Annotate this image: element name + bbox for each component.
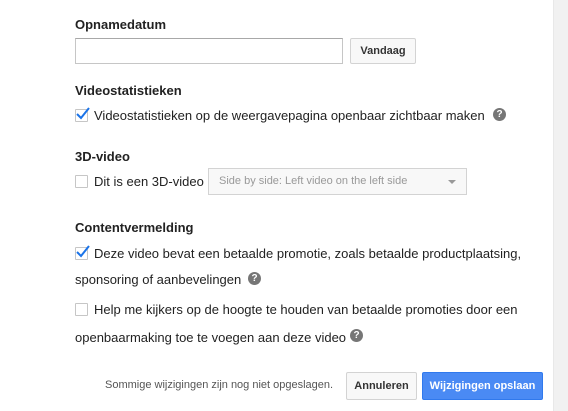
save-changes-button[interactable]: Wijzigingen opslaan (422, 372, 543, 400)
paid-promotion-checkbox[interactable] (75, 245, 90, 260)
video-3d-label[interactable]: Dit is een 3D-video (94, 174, 204, 189)
paid-promotion-label-line1[interactable]: Deze video bevat een betaalde promotie, … (94, 246, 521, 261)
unsaved-changes-status: Sommige wijzigingen zijn nog niet opgesl… (105, 379, 334, 391)
video-stats-title: Videostatistieken (75, 83, 182, 98)
checkmark-icon (76, 245, 90, 258)
recording-date-input[interactable] (75, 38, 343, 64)
question-circle-icon[interactable]: ? (493, 108, 506, 121)
3d-format-select-value: Side by side: Left video on the left sid… (219, 175, 408, 187)
video-stats-checkbox[interactable] (75, 107, 90, 122)
scrollbar[interactable] (553, 0, 568, 411)
chevron-down-icon (448, 180, 456, 184)
content-declaration-title: Contentvermelding (75, 220, 194, 235)
question-circle-icon[interactable]: ? (248, 272, 261, 285)
question-circle-icon[interactable]: ? (350, 329, 363, 342)
3d-format-select[interactable]: Side by side: Left video on the left sid… (208, 168, 467, 195)
disclosure-checkbox[interactable] (75, 303, 88, 316)
checkmark-icon (76, 107, 90, 120)
video-3d-title: 3D-video (75, 149, 130, 164)
disclosure-label-line1[interactable]: Help me kijkers op de hoogte te houden v… (94, 302, 518, 317)
disclosure-label-line2[interactable]: openbaarmaking toe te voegen aan deze vi… (75, 330, 346, 345)
video-3d-checkbox[interactable] (75, 175, 88, 188)
today-button[interactable]: Vandaag (350, 38, 416, 64)
recording-date-title: Opnamedatum (75, 17, 167, 32)
advanced-settings-panel: Opnamedatum Vandaag Videostatistieken Vi… (0, 0, 568, 411)
paid-promotion-label-line2[interactable]: sponsoring of aanbevelingen (75, 272, 241, 287)
video-stats-label[interactable]: Videostatistieken op de weergavepagina o… (94, 108, 485, 123)
cancel-button[interactable]: Annuleren (346, 372, 417, 400)
